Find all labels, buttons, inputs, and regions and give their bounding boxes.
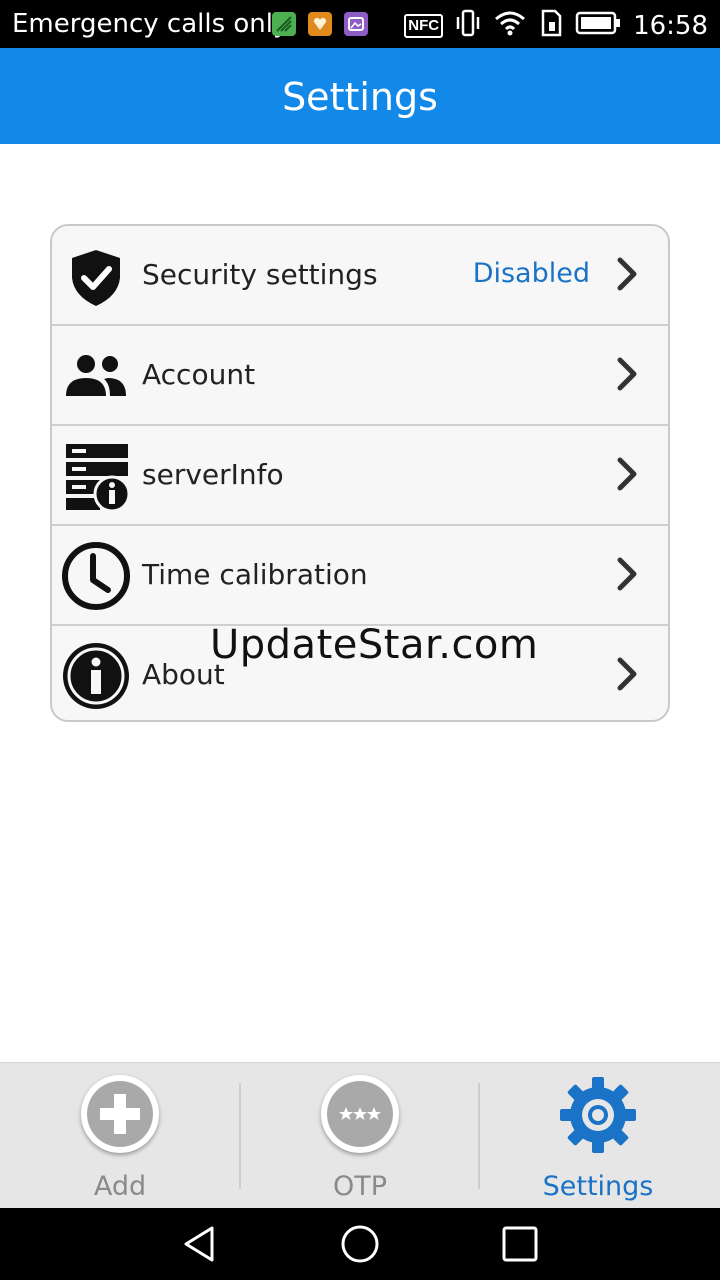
clock-icon bbox=[60, 540, 132, 612]
back-icon[interactable] bbox=[180, 1224, 220, 1264]
chevron-right-icon bbox=[614, 556, 640, 592]
signal-app-icon bbox=[272, 12, 296, 36]
tab-label: Add bbox=[93, 1171, 147, 1202]
carrier-text: Emergency calls only bbox=[12, 9, 289, 39]
settings-item-time-calibration[interactable]: Time calibration bbox=[52, 526, 668, 626]
info-icon bbox=[60, 640, 132, 712]
server-info-icon bbox=[60, 440, 132, 513]
watermark-text: UpdateStar.com bbox=[210, 622, 539, 668]
tab-otp[interactable]: OTP bbox=[240, 1063, 480, 1209]
battery-icon bbox=[575, 10, 621, 41]
recents-icon[interactable] bbox=[500, 1224, 540, 1264]
settings-item-label: Security settings bbox=[142, 258, 378, 291]
settings-item-account[interactable]: Account bbox=[52, 326, 668, 426]
nfc-icon: NFC bbox=[404, 13, 444, 38]
settings-item-label: Account bbox=[142, 358, 256, 391]
settings-item-label: serverInfo bbox=[142, 458, 284, 491]
tab-label: OTP bbox=[332, 1171, 388, 1202]
app-bar: Settings bbox=[0, 48, 720, 144]
gear-icon bbox=[556, 1073, 640, 1157]
chevron-right-icon bbox=[614, 356, 640, 392]
settings-item-security[interactable]: Security settings Disabled bbox=[52, 226, 668, 326]
system-nav-bar bbox=[0, 1208, 720, 1280]
status-time: 16:58 bbox=[633, 10, 708, 41]
shield-check-icon bbox=[60, 240, 132, 312]
chevron-right-icon bbox=[614, 456, 640, 492]
tab-add[interactable]: Add bbox=[0, 1063, 240, 1209]
tab-settings[interactable]: Settings bbox=[478, 1063, 718, 1209]
bottom-tab-bar: Add OTP Settings bbox=[0, 1062, 720, 1208]
tab-label: Settings bbox=[542, 1171, 654, 1202]
status-icons: NFC 16:58 bbox=[404, 8, 708, 43]
page-title: Settings bbox=[282, 75, 438, 119]
sim-icon bbox=[539, 8, 563, 43]
wifi-icon bbox=[493, 9, 527, 42]
status-bar: Emergency calls only NFC 16:58 bbox=[0, 0, 720, 48]
people-icon bbox=[60, 340, 132, 412]
security-status-value: Disabled bbox=[472, 258, 590, 289]
plus-icon bbox=[81, 1075, 159, 1153]
chevron-right-icon bbox=[614, 656, 640, 692]
vibrate-icon bbox=[455, 8, 481, 43]
settings-item-label: Time calibration bbox=[142, 558, 368, 591]
chevron-right-icon bbox=[614, 256, 640, 292]
notification-app-icon bbox=[308, 12, 332, 36]
photo-app-icon bbox=[344, 12, 368, 36]
otp-dots-icon bbox=[321, 1075, 399, 1153]
home-icon[interactable] bbox=[340, 1224, 380, 1264]
settings-item-serverinfo[interactable]: serverInfo bbox=[52, 426, 668, 526]
